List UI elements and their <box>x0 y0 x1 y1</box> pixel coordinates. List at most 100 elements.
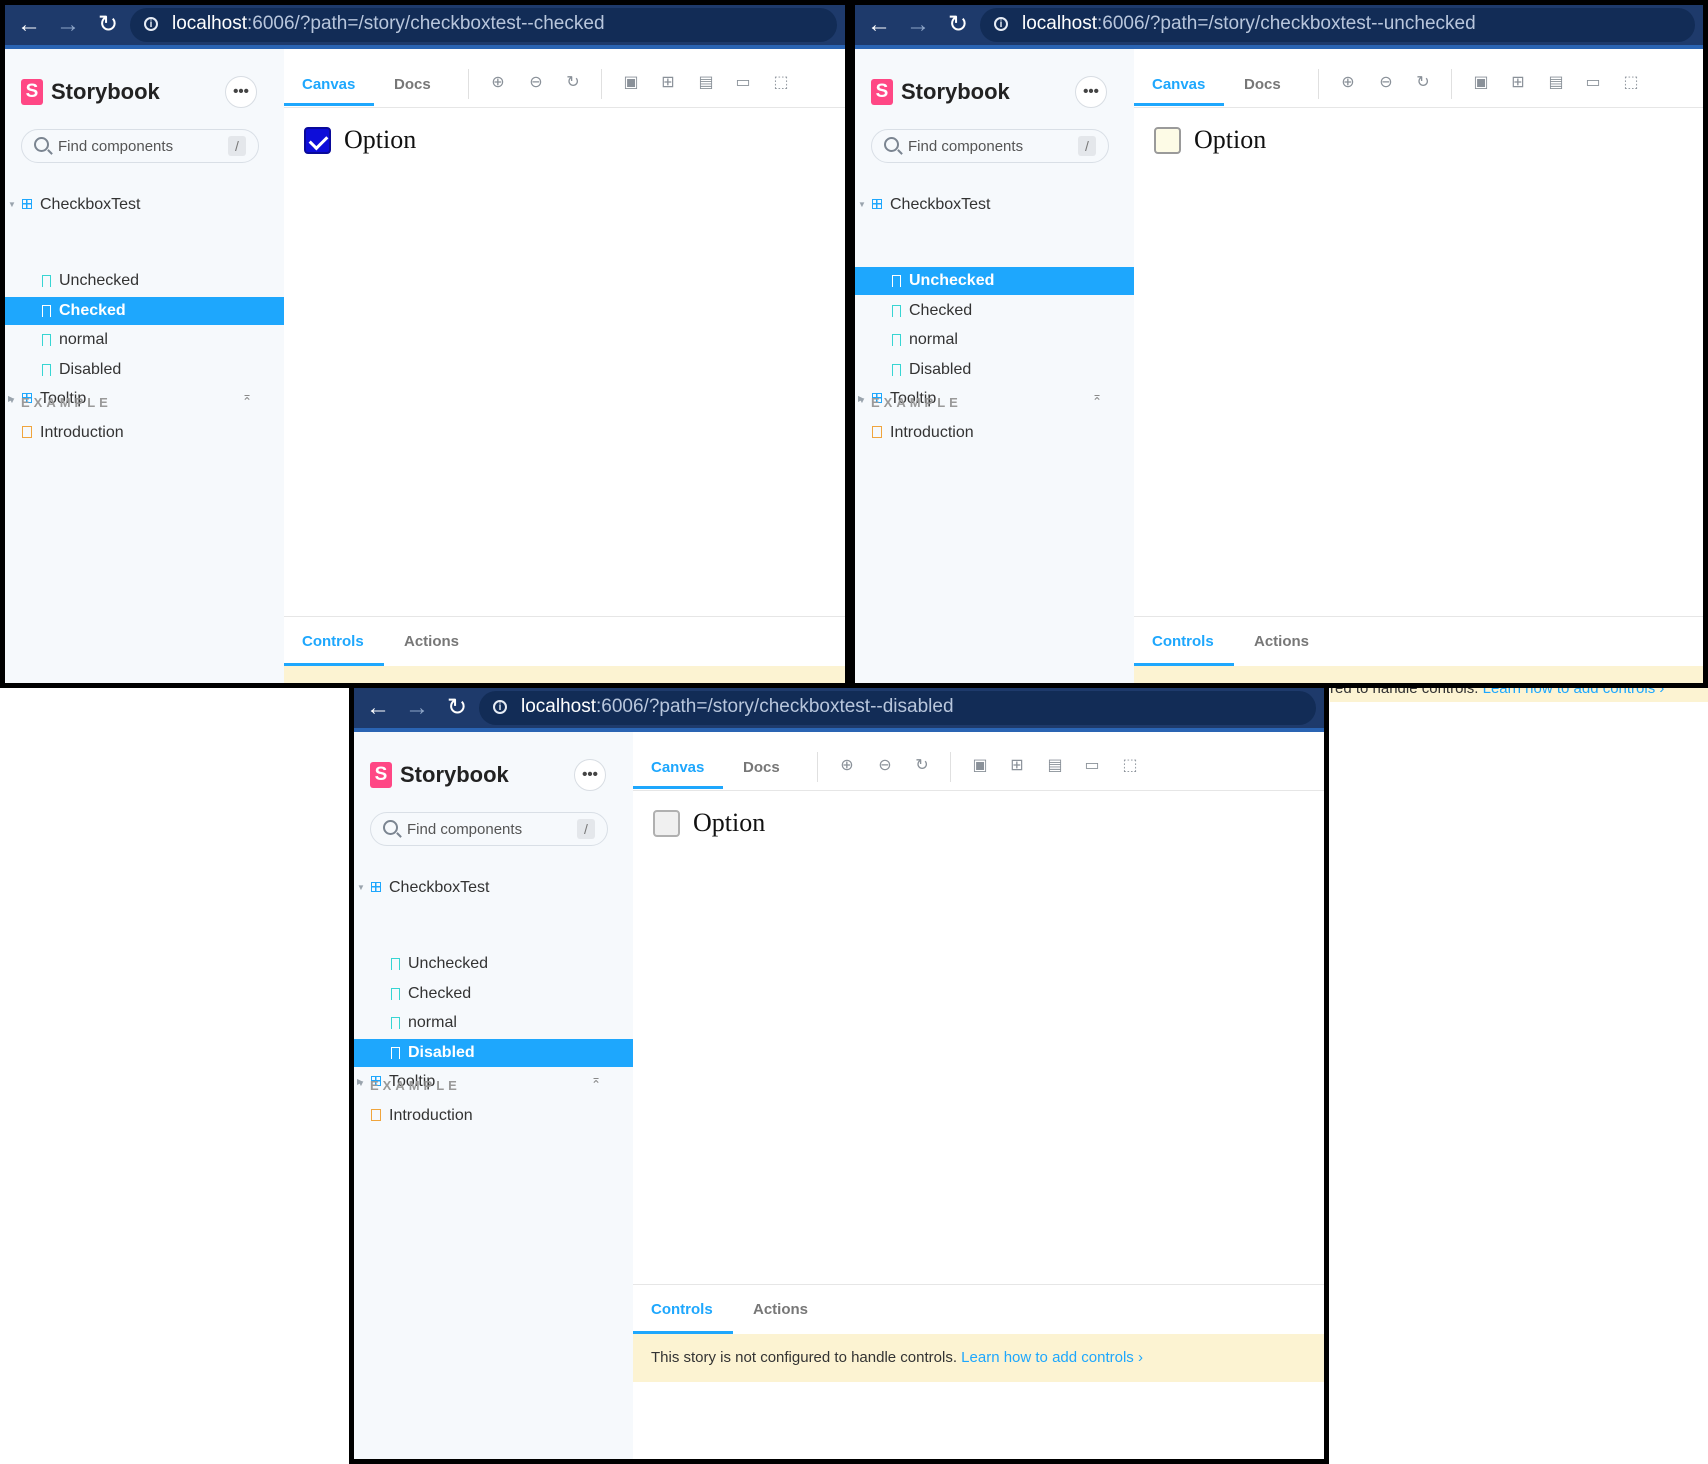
story-item-unchecked[interactable]: Unchecked <box>354 950 633 978</box>
background-icon[interactable]: ▣ <box>971 757 989 775</box>
doc-introduction[interactable]: Introduction <box>855 419 1134 447</box>
reload-icon[interactable]: ↻ <box>441 692 473 724</box>
grid-icon[interactable]: ⊞ <box>1008 757 1026 775</box>
search-input[interactable]: Find components / <box>370 812 608 846</box>
story-item-unchecked[interactable]: Unchecked <box>5 267 284 295</box>
tab-actions[interactable]: Actions <box>753 1301 808 1318</box>
learn-controls-link[interactable]: Learn how to add controls › <box>961 1349 1143 1366</box>
search-placeholder: Find components <box>58 138 174 155</box>
tab-docs[interactable]: Docs <box>743 759 780 776</box>
tab-canvas[interactable]: Canvas <box>651 759 704 776</box>
menu-button[interactable]: ••• <box>574 759 606 791</box>
section-caret-icon[interactable]: ▼ <box>8 396 16 405</box>
tab-actions[interactable]: Actions <box>1254 633 1309 650</box>
reload-icon[interactable]: ↻ <box>92 9 124 41</box>
tab-canvas[interactable]: Canvas <box>1152 76 1205 93</box>
component-checkboxtest[interactable]: ▼ CheckboxTest <box>5 191 284 219</box>
tab-docs[interactable]: Docs <box>394 76 431 93</box>
search-input[interactable]: Find components / <box>871 129 1109 163</box>
section-title[interactable]: EXAMPLE <box>871 395 962 410</box>
checkbox-box[interactable] <box>304 127 331 154</box>
story-item-normal[interactable]: normal <box>354 1009 633 1037</box>
reset-zoom-icon[interactable]: ↻ <box>564 74 582 92</box>
section-caret-icon[interactable]: ▼ <box>858 396 866 405</box>
info-icon[interactable]: i <box>144 17 158 31</box>
story-item-checked[interactable]: Checked <box>354 980 633 1008</box>
story-item-checked[interactable]: Checked <box>5 296 284 325</box>
section-caret-icon[interactable]: ▼ <box>357 1079 365 1088</box>
grid-icon[interactable]: ⊞ <box>1509 74 1527 92</box>
tab-actions[interactable]: Actions <box>404 633 459 650</box>
forward-arrow-icon[interactable]: → <box>902 9 934 41</box>
info-icon[interactable]: i <box>994 17 1008 31</box>
tab-controls[interactable]: Controls <box>651 1301 713 1318</box>
collapse-icon[interactable]: ⌅ <box>242 389 252 403</box>
bookmark-icon <box>391 987 400 1000</box>
viewport-icon[interactable]: ▤ <box>697 74 715 92</box>
menu-button[interactable]: ••• <box>1075 76 1107 108</box>
browser-window: ← → ↻ i localhost:6006/?path=/story/chec… <box>5 5 845 683</box>
measure-icon[interactable]: ▭ <box>1083 757 1101 775</box>
forward-arrow-icon[interactable]: → <box>401 692 433 724</box>
zoom-in-icon[interactable]: ⊕ <box>838 757 856 775</box>
viewport-icon[interactable]: ▤ <box>1547 74 1565 92</box>
story-item-checked[interactable]: Checked <box>855 297 1134 325</box>
reset-zoom-icon[interactable]: ↻ <box>913 757 931 775</box>
url-text[interactable]: localhost:6006/?path=/story/checkboxtest… <box>521 696 954 718</box>
story-item-disabled[interactable]: Disabled <box>855 356 1134 384</box>
tab-canvas[interactable]: Canvas <box>302 76 355 93</box>
collapse-icon[interactable]: ⌅ <box>1092 389 1102 403</box>
component-checkboxtest[interactable]: ▼ CheckboxTest <box>354 874 633 902</box>
url-text[interactable]: localhost:6006/?path=/story/checkboxtest… <box>172 13 605 35</box>
zoom-in-icon[interactable]: ⊕ <box>489 74 507 92</box>
outline-icon[interactable]: ⬚ <box>772 74 790 92</box>
section-title[interactable]: EXAMPLE <box>370 1078 461 1093</box>
brand-title[interactable]: Storybook <box>51 79 160 105</box>
bookmark-icon <box>892 334 901 346</box>
outline-icon[interactable]: ⬚ <box>1622 74 1640 92</box>
zoom-out-icon[interactable]: ⊖ <box>1377 74 1395 92</box>
back-arrow-icon[interactable]: ← <box>13 9 45 41</box>
zoom-in-icon[interactable]: ⊕ <box>1339 74 1357 92</box>
doc-introduction[interactable]: Introduction <box>5 419 284 447</box>
reset-zoom-icon[interactable]: ↻ <box>1414 74 1432 92</box>
tab-controls[interactable]: Controls <box>302 633 364 650</box>
back-arrow-icon[interactable]: ← <box>362 692 394 724</box>
address-bar[interactable]: i localhost:6006/?path=/story/checkboxte… <box>479 691 1316 725</box>
collapse-icon[interactable]: ⌅ <box>591 1072 601 1086</box>
story-item-unchecked[interactable]: Unchecked <box>855 267 1134 295</box>
checkbox-label: Option <box>1194 125 1267 154</box>
grid-icon[interactable]: ⊞ <box>659 74 677 92</box>
story-item-disabled[interactable]: Disabled <box>354 1038 633 1067</box>
info-icon[interactable]: i <box>493 700 507 714</box>
zoom-out-icon[interactable]: ⊖ <box>876 757 894 775</box>
forward-arrow-icon[interactable]: → <box>52 9 84 41</box>
reload-icon[interactable]: ↻ <box>942 9 974 41</box>
zoom-out-icon[interactable]: ⊖ <box>527 74 545 92</box>
tab-docs[interactable]: Docs <box>1244 76 1281 93</box>
toolbar-divider <box>601 69 602 99</box>
section-title[interactable]: EXAMPLE <box>21 395 112 410</box>
component-checkboxtest[interactable]: ▼ CheckboxTest <box>855 191 1134 219</box>
checkbox-box[interactable] <box>1154 127 1181 154</box>
background-icon[interactable]: ▣ <box>622 74 640 92</box>
url-text[interactable]: localhost:6006/?path=/story/checkboxtest… <box>1022 13 1476 35</box>
search-input[interactable]: Find components / <box>21 129 259 163</box>
addons-panel-tabs: Controls Actions <box>633 1284 1324 1335</box>
story-item-disabled[interactable]: Disabled <box>5 356 284 384</box>
address-bar[interactable]: i localhost:6006/?path=/story/checkboxte… <box>130 8 837 42</box>
measure-icon[interactable]: ▭ <box>734 74 752 92</box>
outline-icon[interactable]: ⬚ <box>1121 757 1139 775</box>
story-item-normal[interactable]: normal <box>5 326 284 354</box>
address-bar[interactable]: i localhost:6006/?path=/story/checkboxte… <box>980 8 1695 42</box>
back-arrow-icon[interactable]: ← <box>863 9 895 41</box>
story-item-normal[interactable]: normal <box>855 326 1134 354</box>
measure-icon[interactable]: ▭ <box>1584 74 1602 92</box>
doc-introduction[interactable]: Introduction <box>354 1102 633 1130</box>
brand-title[interactable]: Storybook <box>901 79 1010 105</box>
background-icon[interactable]: ▣ <box>1472 74 1490 92</box>
brand-title[interactable]: Storybook <box>400 762 509 788</box>
tab-controls[interactable]: Controls <box>1152 633 1214 650</box>
menu-button[interactable]: ••• <box>225 76 257 108</box>
viewport-icon[interactable]: ▤ <box>1046 757 1064 775</box>
